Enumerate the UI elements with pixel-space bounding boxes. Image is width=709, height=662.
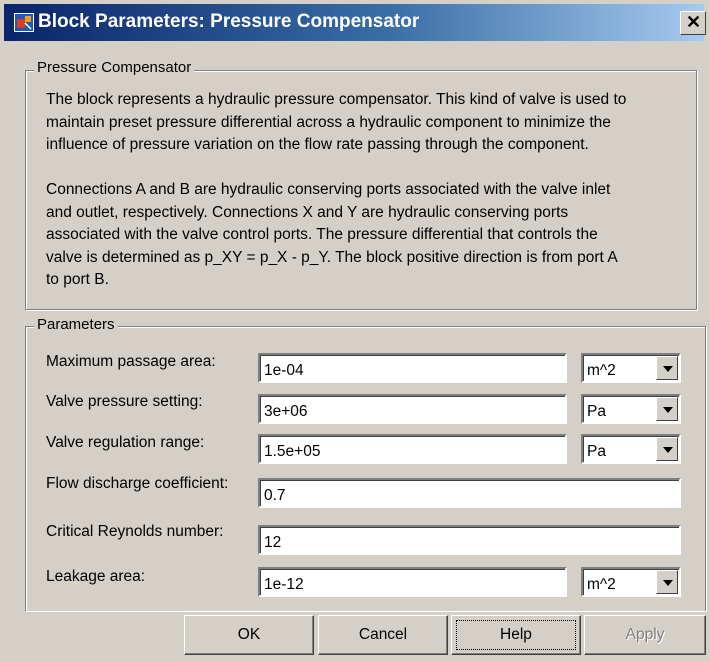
param-label-flow-discharge-coefficient: Flow discharge coefficient:	[46, 475, 229, 492]
unit-value: Pa	[587, 443, 606, 460]
cancel-button-label: Cancel	[358, 626, 408, 643]
leakage-area-unit-select[interactable]: m^2	[581, 567, 681, 597]
valve-pressure-setting-unit-select[interactable]: Pa	[581, 394, 681, 424]
description-line: and outlet, respectively. Connections X …	[46, 203, 569, 221]
focus-indicator	[456, 620, 576, 650]
description-line: associated with the valve control ports.…	[46, 226, 598, 243]
param-label-max-passage-area: Maximum passage area:	[46, 353, 216, 370]
description-paragraph-2: Connections A and B are hydraulic conser…	[46, 179, 696, 292]
field-value: 12	[264, 534, 282, 551]
field-value: 3e+06	[264, 403, 308, 420]
close-icon: ✕	[686, 12, 702, 32]
description-line: Connections A and B are hydraulic conser…	[46, 181, 611, 198]
field-value: 1e-04	[264, 362, 304, 379]
description-group-label: Pressure Compensator	[34, 59, 195, 76]
max-passage-area-unit-select[interactable]: m^2	[581, 353, 681, 383]
help-button[interactable]: Help	[451, 615, 581, 655]
title-bar[interactable]: Block Parameters: Pressure Compensator ✕	[4, 4, 706, 41]
ok-button[interactable]: OK	[184, 615, 314, 655]
description-line: to port B.	[46, 271, 109, 288]
flow-discharge-coefficient-field[interactable]: 0.7	[258, 478, 681, 508]
close-button[interactable]: ✕	[680, 11, 706, 35]
description-line: The block represents a hydraulic pressur…	[46, 91, 627, 108]
apply-button[interactable]: Apply	[584, 615, 706, 655]
simulink-block-icon	[14, 13, 34, 32]
apply-button-label: Apply	[625, 626, 665, 643]
field-value: 1e-12	[264, 576, 304, 593]
description-line: maintain preset pressure differential ac…	[46, 113, 611, 131]
description-line: valve is determined as p_XY = p_X - p_Y.…	[46, 248, 618, 266]
chevron-down-icon[interactable]	[656, 356, 678, 380]
param-label-valve-regulation-range: Valve regulation range:	[46, 434, 205, 451]
valve-pressure-setting-field[interactable]: 3e+06	[258, 394, 567, 424]
chevron-down-icon[interactable]	[656, 437, 678, 461]
field-value: 0.7	[264, 487, 286, 504]
param-label-critical-reynolds-number: Critical Reynolds number:	[46, 523, 224, 540]
field-value: 1.5e+05	[264, 443, 321, 460]
valve-regulation-range-field[interactable]: 1.5e+05	[258, 434, 567, 464]
valve-regulation-range-unit-select[interactable]: Pa	[581, 434, 681, 464]
param-label-leakage-area: Leakage area:	[46, 568, 146, 585]
description-paragraph-1: The block represents a hydraulic pressur…	[46, 89, 696, 157]
critical-reynolds-number-field[interactable]: 12	[258, 525, 681, 555]
unit-value: m^2	[587, 362, 616, 379]
block-parameters-dialog: Block Parameters: Pressure Compensator ✕…	[0, 0, 709, 662]
chevron-down-icon[interactable]	[656, 397, 678, 421]
description-line: influence of pressure variation on the f…	[46, 136, 589, 153]
cancel-button[interactable]: Cancel	[318, 615, 448, 655]
ok-button-label: OK	[237, 626, 261, 643]
leakage-area-field[interactable]: 1e-12	[258, 567, 567, 597]
chevron-down-icon[interactable]	[656, 570, 678, 594]
max-passage-area-field[interactable]: 1e-04	[258, 353, 567, 383]
parameters-group-label: Parameters	[34, 316, 118, 333]
dialog-title: Block Parameters: Pressure Compensator	[38, 11, 420, 32]
param-label-valve-pressure-setting: Valve pressure setting:	[46, 393, 203, 410]
unit-value: Pa	[587, 403, 606, 420]
unit-value: m^2	[587, 576, 616, 593]
